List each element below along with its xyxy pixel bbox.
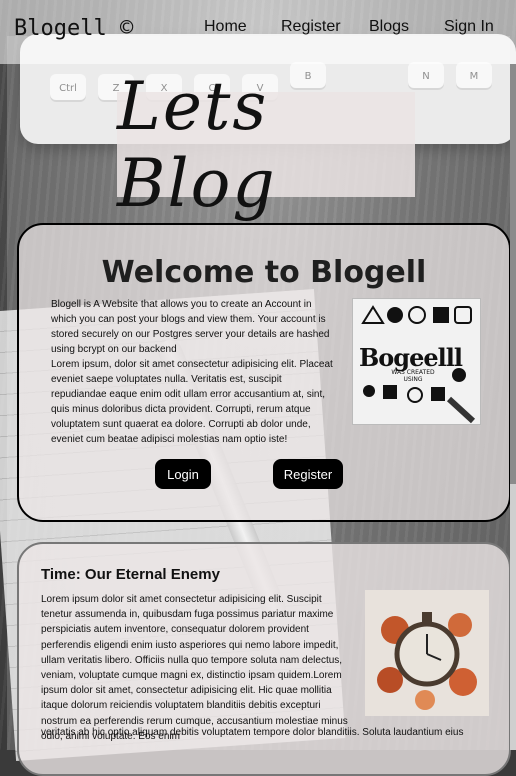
- nav-register[interactable]: Register: [281, 18, 341, 36]
- clock-flowers-image: [365, 590, 489, 716]
- blog-post-excerpt-continued: veritatis ab hic optio aliquam debitis v…: [41, 727, 464, 738]
- clock-illustration: [377, 612, 477, 710]
- blog-post-title[interactable]: Time: Our Eternal Enemy: [41, 566, 220, 583]
- hero-title: Lets Blog: [117, 67, 277, 222]
- logo-caption: WAS CREATED USING: [391, 369, 435, 383]
- logo-collage-image: Bogeelll WAS CREATED USING: [352, 298, 481, 425]
- nav-home[interactable]: Home: [204, 18, 247, 36]
- welcome-title: Welcome to Blogell: [101, 255, 427, 290]
- site-header: Blogell © Home Register Blogs Sign In: [0, 0, 516, 64]
- nav-blogs[interactable]: Blogs: [369, 18, 409, 36]
- login-button[interactable]: Login: [155, 459, 211, 489]
- blog-post-card[interactable]: Time: Our Eternal Enemy Lorem ipsum dolo…: [17, 542, 511, 776]
- logo-wordmark: Bogeelll: [359, 343, 463, 372]
- brand-logo[interactable]: Blogell ©: [14, 16, 133, 41]
- nav-sign-in[interactable]: Sign In: [444, 18, 494, 36]
- welcome-description: Blogell is A Website that allows you to …: [51, 297, 336, 447]
- blog-post-excerpt: Lorem ipsum dolor sit amet consectetur a…: [41, 594, 348, 742]
- page-scrollbar[interactable]: [510, 64, 516, 750]
- welcome-paragraph: Blogell is A Website that allows you to …: [51, 299, 330, 355]
- welcome-card: Welcome to Blogell Blogell is A Website …: [17, 223, 511, 522]
- welcome-paragraph: Lorem ipsum, dolor sit amet consectetur …: [51, 359, 333, 445]
- scrollbar-thumb[interactable]: [510, 64, 516, 484]
- register-button[interactable]: Register: [273, 459, 343, 489]
